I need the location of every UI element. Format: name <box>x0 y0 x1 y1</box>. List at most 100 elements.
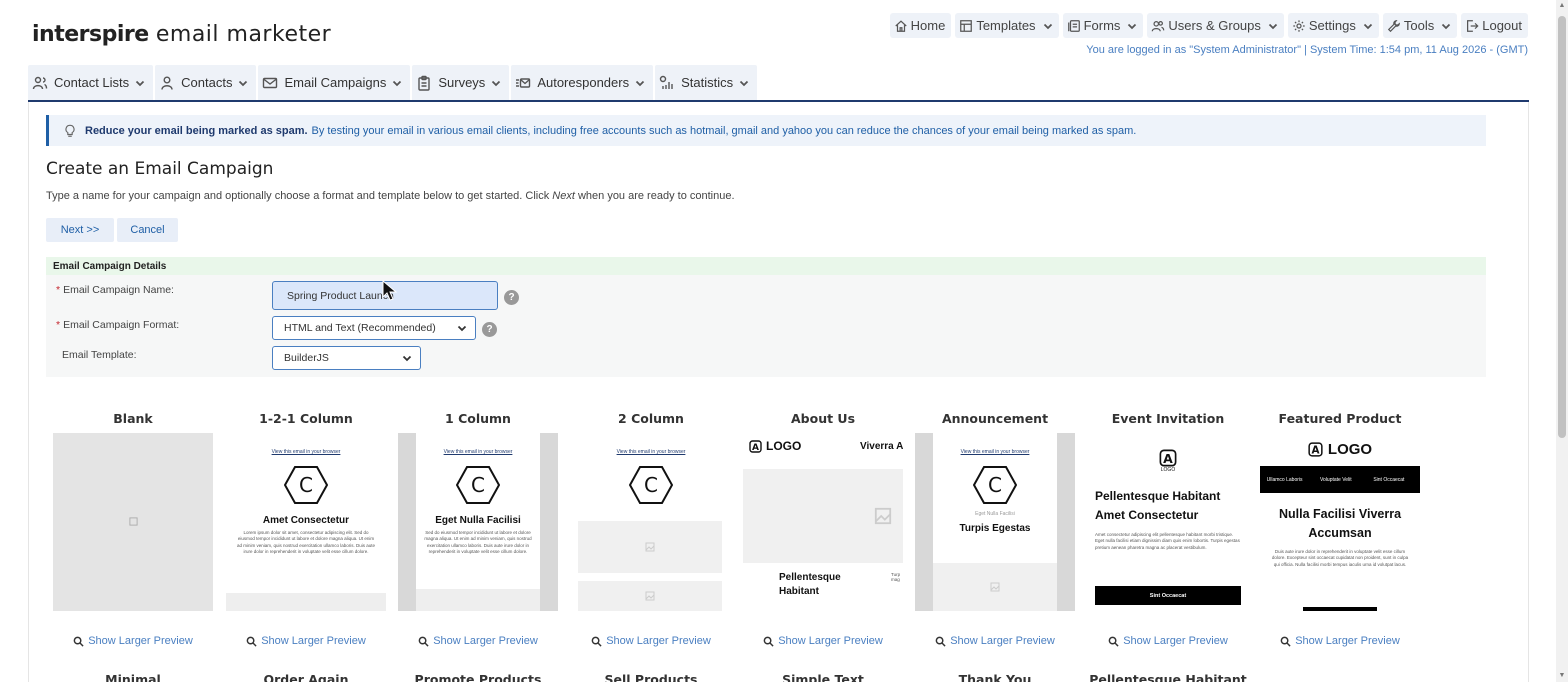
preview-label: Show Larger Preview <box>950 635 1055 647</box>
preview-label: Show Larger Preview <box>261 635 366 647</box>
template-thumbnail[interactable]: View this email in your browser C Amet C… <box>226 433 386 611</box>
nav-autoresponders[interactable]: Autoresponders <box>511 65 654 100</box>
chevron-down-icon <box>739 80 749 86</box>
hexagon-c-icon: C <box>284 466 328 504</box>
template-thumbnail[interactable]: View this email in your browser C Eget N… <box>915 433 1075 611</box>
template-name[interactable]: Simple Text <box>743 672 903 682</box>
chevron-down-icon <box>136 80 145 86</box>
chevron-down-icon <box>393 80 402 86</box>
thumb-title: Turpis Egestas <box>959 523 1031 534</box>
topnav-users-groups[interactable]: Users & Groups <box>1147 13 1284 38</box>
nav-contact-lists[interactable]: Contact Lists <box>28 65 154 100</box>
help-icon[interactable]: ? <box>482 322 497 337</box>
preview-label: Show Larger Preview <box>778 635 883 647</box>
users-icon <box>1152 20 1165 31</box>
template-thumbnail[interactable]: A LOGO Viverra A Pellentesque Habitant T… <box>743 433 903 611</box>
campaign-format-label: * Email Campaign Format: <box>56 319 179 331</box>
template-thumbnail[interactable]: View this email in your browser C Eget N… <box>398 433 558 611</box>
template-thumbnail[interactable]: A LOGO Pellentesque Habitant Amet Consec… <box>1088 433 1248 611</box>
scroll-up-icon[interactable]: ▲ <box>1558 2 1566 10</box>
logo-letter: A <box>1311 445 1319 457</box>
template-name[interactable]: Pellentesque Habitant <box>1088 672 1248 682</box>
chevron-down-icon <box>1268 23 1278 29</box>
required-mark: * <box>56 284 61 296</box>
chevron-down-icon <box>1043 23 1052 29</box>
template-thumbnail[interactable]: View this email in your browser C <box>571 433 731 611</box>
topnav-settings[interactable]: Settings <box>1287 13 1379 38</box>
intro-before: Type a name for your campaign and option… <box>46 190 553 202</box>
app-root: interspire email marketer Home Templates… <box>0 0 1568 682</box>
image-placeholder <box>578 581 722 611</box>
scroll-down-icon[interactable]: ▼ <box>1558 672 1566 680</box>
show-larger-preview-link[interactable]: Show Larger Preview <box>571 635 731 647</box>
template-name[interactable]: Sell Products <box>571 672 731 682</box>
nav-email-campaigns[interactable]: Email Campaigns <box>258 65 411 100</box>
topnav-tools-label: Tools <box>1403 18 1435 33</box>
nav-surveys[interactable]: Surveys <box>412 65 510 100</box>
image-icon <box>645 542 655 552</box>
logo-brand: interspire <box>32 22 149 47</box>
template-name[interactable]: Promote Products <box>398 672 558 682</box>
nav-surveys-label: Surveys <box>438 75 486 90</box>
forms-icon <box>1067 19 1080 32</box>
email-template-select[interactable]: BuilderJS <box>272 346 421 370</box>
nav-statistics[interactable]: Statistics <box>655 65 758 100</box>
show-larger-preview-link[interactable]: Show Larger Preview <box>743 635 903 647</box>
next-button[interactable]: Next >> <box>46 218 114 242</box>
lightbulb-icon <box>65 124 75 137</box>
topnav-logout-label: Logout <box>1482 18 1522 33</box>
thumb-cta-button: Sint Occaecat <box>1095 586 1241 605</box>
thumb-logo: A LOGO <box>1088 449 1248 473</box>
template-card-blank[interactable]: Blank Show Larger Preview <box>53 411 213 647</box>
show-larger-preview-link[interactable]: Show Larger Preview <box>1088 635 1248 647</box>
show-larger-preview-link[interactable]: Show Larger Preview <box>915 635 1075 647</box>
nav-contacts-label: Contacts <box>181 75 233 90</box>
page-scrollbar[interactable]: ▲ ▼ <box>1556 0 1568 682</box>
chevron-down-icon <box>635 80 645 86</box>
chevron-down-icon <box>457 325 467 332</box>
template-thumbnail[interactable]: A LOGO Ullamco Laboris Voluptate Velit S… <box>1260 433 1420 611</box>
hexagon-c-icon: C <box>973 466 1017 504</box>
thumb-logo-text: LOGO <box>1327 441 1373 458</box>
tip-text: By testing your email in various email c… <box>311 124 1137 137</box>
image-icon <box>645 591 655 601</box>
autoresponder-icon <box>516 77 531 88</box>
show-larger-preview-link[interactable]: Show Larger Preview <box>53 635 213 647</box>
template-card-2-column[interactable]: 2 Column View this email in your browser… <box>571 411 731 647</box>
nav-contacts[interactable]: Contacts <box>155 65 257 100</box>
cancel-button[interactable]: Cancel <box>117 218 178 242</box>
logo-badge-icon: A <box>1308 442 1323 457</box>
hexagon-letter: C <box>299 473 313 497</box>
show-larger-preview-link[interactable]: Show Larger Preview <box>1260 635 1420 647</box>
topnav-templates[interactable]: Templates <box>955 13 1059 38</box>
template-card-1-column[interactable]: 1 Column View this email in your browser… <box>398 411 558 647</box>
home-icon <box>894 19 907 32</box>
template-card-event-invitation[interactable]: Event Invitation A LOGO Pellentesque Hab… <box>1088 411 1248 647</box>
template-name[interactable]: Minimal <box>53 672 213 682</box>
hexagon-letter: C <box>988 473 1002 497</box>
template-card-about-us[interactable]: About Us A LOGO Viverra A Pellentesque H… <box>743 411 903 647</box>
thumb-logo-text: LOGO <box>766 439 802 453</box>
show-larger-preview-link[interactable]: Show Larger Preview <box>226 635 386 647</box>
statistics-icon <box>659 75 673 89</box>
intro-next-em: Next <box>552 190 575 202</box>
topnav-logout[interactable]: Logout <box>1461 13 1528 38</box>
campaign-format-select[interactable]: HTML and Text (Recommended) <box>272 316 476 340</box>
thumb-page: View this email in your browser C Eget N… <box>933 433 1057 611</box>
app-logo[interactable]: interspire email marketer <box>32 22 331 47</box>
topnav-forms[interactable]: Forms <box>1062 13 1144 38</box>
show-larger-preview-link[interactable]: Show Larger Preview <box>398 635 558 647</box>
topnav-tools[interactable]: Tools <box>1382 13 1458 38</box>
template-card-1-2-1-column[interactable]: 1-2-1 Column View this email in your bro… <box>226 411 386 647</box>
scrollbar-thumb[interactable] <box>1558 16 1566 438</box>
template-thumbnail[interactable] <box>53 433 213 611</box>
template-card-announcement[interactable]: Announcement View this email in your bro… <box>915 411 1075 647</box>
template-card-featured-product[interactable]: Featured Product A LOGO Ullamco Laboris … <box>1260 411 1420 647</box>
topnav-home[interactable]: Home <box>889 13 952 38</box>
template-name[interactable]: Thank You <box>915 672 1075 682</box>
template-name[interactable]: Order Again <box>226 672 386 682</box>
logo-letter: A <box>1163 451 1173 466</box>
view-in-browser-text: View this email in your browser <box>271 449 341 455</box>
help-icon[interactable]: ? <box>504 290 519 305</box>
image-placeholder <box>743 469 903 563</box>
